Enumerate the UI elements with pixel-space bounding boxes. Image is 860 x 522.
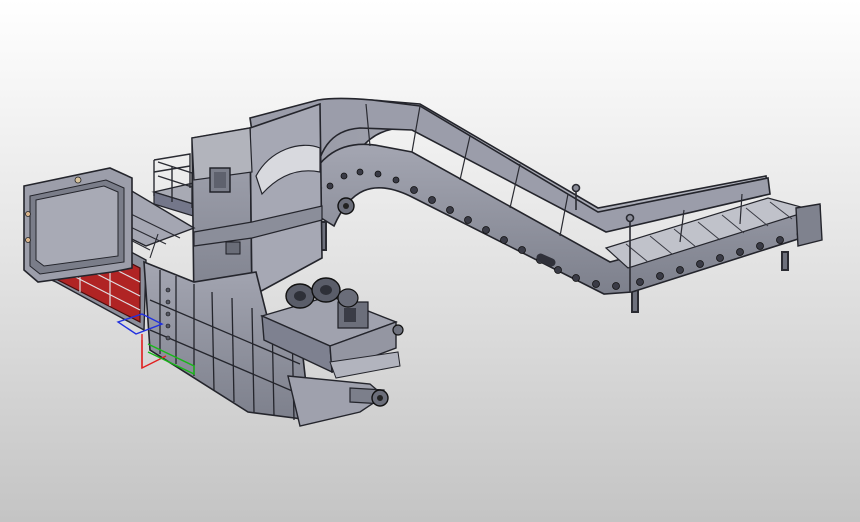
conveyor-end-frame: [795, 203, 823, 247]
chain-conveyor[interactable]: [249, 97, 823, 313]
hopper-access-hatch: [225, 241, 241, 255]
baler-model-scene: [23, 97, 823, 427]
pressure-gauge: [392, 324, 404, 336]
cad-3d-viewport[interactable]: [0, 0, 860, 522]
hopper-tower-side: [249, 102, 323, 298]
